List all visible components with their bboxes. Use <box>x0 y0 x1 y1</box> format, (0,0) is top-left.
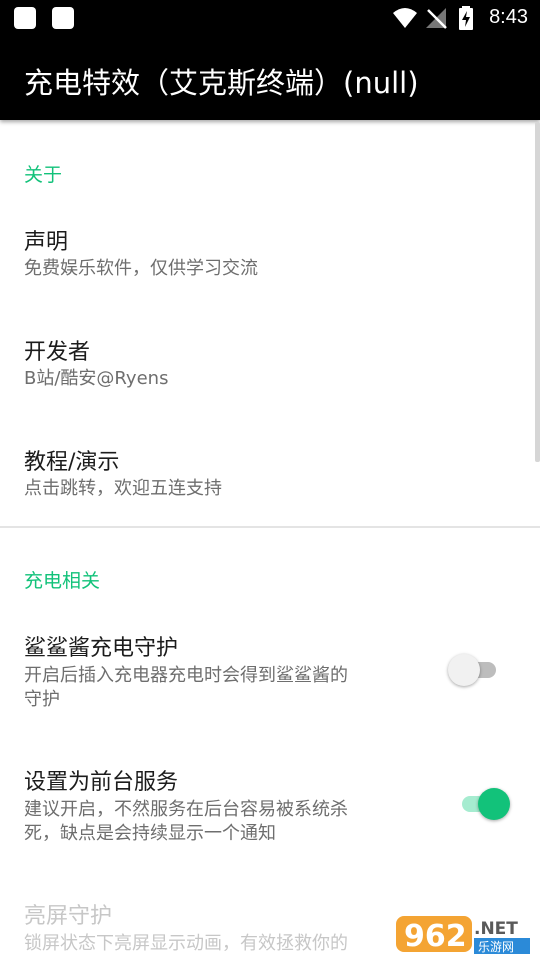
status-bar: 8:43 <box>0 0 540 36</box>
item-subtitle: 建议开启，不然服务在后台容易被系统杀 <box>24 799 348 820</box>
item-subtitle: 锁屏状态下亮屏显示动画，有效拯救你的 <box>24 933 348 954</box>
foreground-service-switch[interactable] <box>458 786 510 822</box>
shark-guard-switch[interactable] <box>448 652 500 688</box>
section-divider <box>0 526 540 528</box>
item-subtitle: 守护 <box>24 689 60 710</box>
scrollbar[interactable] <box>535 122 540 462</box>
item-title: 声明 <box>24 230 69 255</box>
section-header-about: 关于 <box>24 164 63 186</box>
app-bar: 充电特效（艾克斯终端）(null) <box>0 36 540 120</box>
status-time: 8:43 <box>489 6 528 28</box>
no-signal-icon <box>426 8 447 29</box>
section-header-charging: 充电相关 <box>24 570 101 592</box>
item-title: 亮屏守护 <box>24 904 113 929</box>
item-title: 鲨鲨酱充电守护 <box>24 636 179 661</box>
notification-icon <box>52 7 74 29</box>
page-title: 充电特效（艾克斯终端）(null) <box>24 66 419 100</box>
battery-charging-icon <box>459 6 473 30</box>
item-title: 教程/演示 <box>24 450 120 475</box>
wifi-icon <box>393 8 417 28</box>
item-subtitle: 免费娱乐软件，仅供学习交流 <box>24 258 258 279</box>
notification-icon <box>14 7 36 29</box>
watermark-suffix: .NET <box>474 919 518 939</box>
item-subtitle: 点击跳转，欢迎五连支持 <box>24 478 222 499</box>
item-subtitle: B站/酷安@Ryens <box>24 368 169 389</box>
item-subtitle: 开启后插入充电器充电时会得到鲨鲨酱的 <box>24 665 348 686</box>
settings-list: 关于 声明 免费娱乐软件，仅供学习交流 开发者 B站/酷安@Ryens 教程/演… <box>0 120 540 960</box>
item-title: 设置为前台服务 <box>24 770 179 795</box>
watermark-site: 乐游网 <box>478 940 514 954</box>
item-title: 开发者 <box>24 340 91 365</box>
item-subtitle: 死，缺点是会持续显示一个通知 <box>24 823 276 844</box>
watermark-logo: 962 .NET 乐游网 <box>394 912 534 956</box>
watermark-number: 962 <box>404 919 467 954</box>
